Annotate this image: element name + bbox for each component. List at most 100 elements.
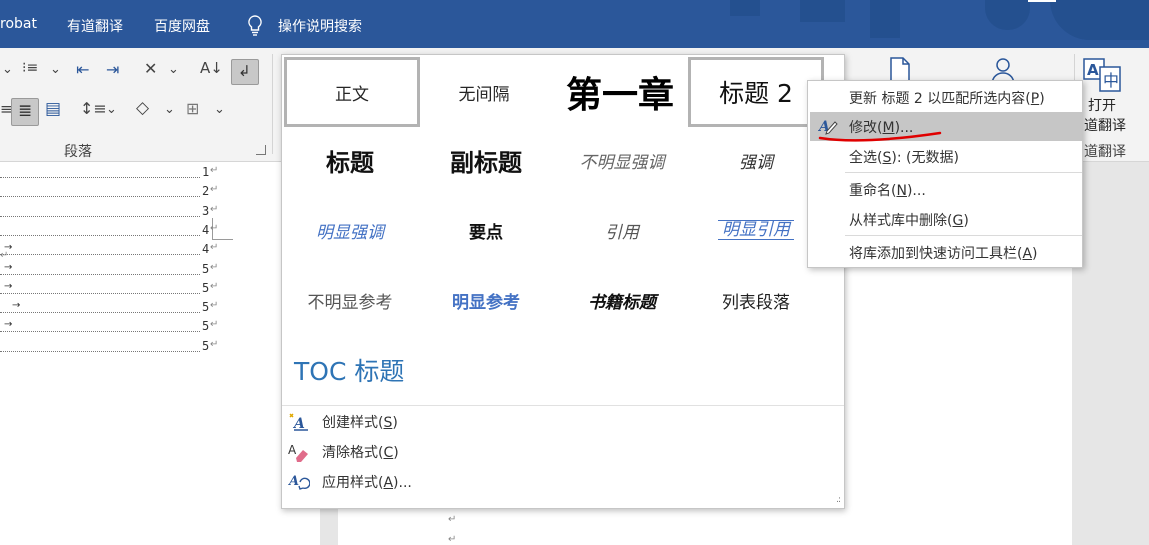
- borders-icon[interactable]: ⊞: [186, 99, 199, 118]
- tab-arrow-icon: →: [4, 242, 13, 253]
- style-normal[interactable]: 正文: [284, 57, 420, 127]
- paragraph-mark-icon: ↲: [238, 62, 251, 80]
- style-intense-quote[interactable]: 明显引用: [688, 195, 824, 265]
- menu-item-remove-from-gallery[interactable]: 从样式库中删除(G): [810, 205, 1082, 234]
- multilevel-list-icon[interactable]: ⁝≡: [22, 60, 38, 76]
- paragraph-mark: ↵: [448, 514, 457, 525]
- dropdown-arrow-icon[interactable]: ⌄: [106, 102, 117, 117]
- toc-leader-line: [0, 183, 200, 197]
- paragraph-mark: ↵: [210, 339, 219, 350]
- paragraph-mark: ↵: [210, 300, 219, 311]
- title-bar-pattern: [1050, 0, 1149, 40]
- red-underline-annotation: [818, 131, 942, 142]
- title-bar-pattern: [985, 0, 1030, 30]
- line-spacing-icon[interactable]: ↕≡: [80, 99, 107, 118]
- asian-layout-icon[interactable]: ✕: [144, 59, 157, 78]
- open-translate-label-1[interactable]: 打开: [1088, 95, 1116, 115]
- clear-formatting-label: 清除格式(C): [322, 445, 399, 461]
- menu-item-select-all[interactable]: 全选(S): (无数据): [810, 142, 1082, 171]
- paragraph-mark: ↵: [210, 184, 219, 195]
- clear-formatting-command[interactable]: A 清除格式(C): [286, 438, 686, 466]
- toc-leader-line: [0, 222, 200, 236]
- dropdown-arrow-icon[interactable]: ⌄: [214, 102, 225, 117]
- toc-leader-line: [0, 261, 200, 275]
- distributed-icon[interactable]: ▤: [45, 99, 61, 119]
- style-title[interactable]: 标题: [282, 125, 418, 195]
- style-heading-1[interactable]: 第一章: [552, 57, 688, 127]
- style-intense-emphasis[interactable]: 明显强调: [282, 195, 418, 265]
- toc-page-number: 5: [202, 339, 210, 353]
- dropdown-arrow-icon[interactable]: ⌄: [168, 62, 179, 77]
- paragraph-mark: ↵: [210, 262, 219, 273]
- translate-group-label: 道翻译: [1084, 144, 1126, 160]
- title-bar-highlight: [1028, 0, 1056, 2]
- justify-icon: ≣: [18, 101, 33, 121]
- translate-icon[interactable]: A中: [1083, 58, 1123, 94]
- dropdown-arrow-icon[interactable]: ⌄: [50, 62, 61, 77]
- dropdown-arrow-icon[interactable]: ⌄: [2, 62, 13, 77]
- decrease-indent-icon[interactable]: ⇤: [76, 60, 89, 79]
- menu-item-label: 从样式库中删除(G): [849, 212, 969, 229]
- menu-item-update-to-match[interactable]: 更新 标题 2 以匹配所选内容(P): [810, 83, 1082, 112]
- resize-grip-icon[interactable]: .:: [836, 495, 841, 505]
- title-bar-pattern: [730, 0, 760, 16]
- toc-leader-line: [0, 241, 200, 255]
- apply-styles-command[interactable]: A 应用样式(A)...: [286, 468, 686, 496]
- sort-icon[interactable]: A↓: [200, 59, 223, 77]
- toc-page-number: 1: [202, 165, 210, 179]
- tab-arrow-icon: →: [4, 262, 13, 273]
- style-strong[interactable]: 要点: [418, 195, 554, 265]
- paragraph-dialog-launcher[interactable]: [256, 145, 266, 155]
- justify-button[interactable]: ≣: [11, 98, 39, 126]
- svg-text:中: 中: [1103, 71, 1119, 90]
- tell-me-search[interactable]: 操作说明搜索: [278, 16, 362, 36]
- document-page-left[interactable]: ↵ 1 ↵ 2 ↵ 3 ↵ 4 ↵ → 4 ↵ → 5 ↵ → 5 ↵ → 5 ↵ → 5 ↵ 5 ↵: [0, 162, 320, 545]
- tab-arrow-icon: →: [12, 300, 21, 311]
- style-book-title[interactable]: 书籍标题: [554, 265, 690, 335]
- style-emphasis[interactable]: 强调: [688, 125, 824, 195]
- increase-indent-icon[interactable]: ⇥: [106, 60, 119, 79]
- menu-youdao-translate[interactable]: 有道翻译: [67, 16, 123, 36]
- show-paragraph-marks-button[interactable]: ↲: [231, 59, 259, 85]
- toc-page-number: 5: [202, 281, 210, 295]
- style-intense-reference[interactable]: 明显参考: [418, 265, 554, 335]
- toc-leader-line: [0, 338, 200, 352]
- style-quote[interactable]: 引用: [554, 195, 690, 265]
- menu-item-label: 更新 标题 2 以匹配所选内容(P): [849, 90, 1045, 107]
- toc-page-number: 5: [202, 300, 210, 314]
- paragraph-group-label: 段落: [64, 144, 92, 160]
- create-style-command[interactable]: A 创建样式(S): [286, 408, 686, 436]
- open-translate-label-2[interactable]: 道翻译: [1084, 115, 1126, 135]
- menu-item-add-to-quick-access[interactable]: 将库添加到快速访问工具栏(A): [810, 238, 1082, 267]
- dropdown-arrow-icon[interactable]: ⌄: [164, 102, 175, 117]
- style-subtle-emphasis[interactable]: 不明显强调: [554, 125, 690, 195]
- menu-acrobat[interactable]: robat: [0, 16, 37, 32]
- style-gallery: 正文 无间隔 第一章 标题 2 标题 副标题 不明显强调 强调 明显强调 要点 …: [281, 54, 845, 509]
- style-no-spacing[interactable]: 无间隔: [416, 57, 552, 127]
- style-subtitle[interactable]: 副标题: [418, 125, 554, 195]
- title-bar-pattern: [800, 0, 845, 22]
- create-style-icon: A: [288, 412, 310, 432]
- style-list-paragraph[interactable]: 列表段落: [688, 265, 824, 335]
- toc-page-number: 2: [202, 184, 210, 198]
- toc-page-number: 3: [202, 204, 210, 218]
- style-toc-heading[interactable]: TOC 标题: [284, 335, 464, 405]
- shading-icon[interactable]: ◇: [136, 98, 149, 118]
- menu-item-rename[interactable]: 重命名(N)...: [810, 175, 1082, 204]
- toc-leader-line: [0, 203, 200, 217]
- toc-page-number: 4: [202, 242, 210, 256]
- svg-text:A: A: [288, 474, 299, 489]
- gallery-separator: [282, 405, 844, 406]
- paragraph-mark: ↵: [210, 319, 219, 330]
- menu-baidu-netdisk[interactable]: 百度网盘: [154, 16, 210, 36]
- svg-text:A: A: [1087, 61, 1099, 79]
- toc-page-number: 5: [202, 262, 210, 276]
- apply-styles-label: 应用样式(A)...: [322, 475, 412, 491]
- paragraph-mark: ↵: [210, 242, 219, 253]
- style-subtle-reference[interactable]: 不明显参考: [282, 265, 418, 335]
- menu-item-label: 将库添加到快速访问工具栏(A): [849, 245, 1038, 262]
- toc-leader-line: [0, 280, 200, 294]
- paragraph-mark: ↵: [210, 165, 219, 176]
- style-heading-2[interactable]: 标题 2: [688, 57, 824, 127]
- lightbulb-icon[interactable]: [246, 15, 264, 37]
